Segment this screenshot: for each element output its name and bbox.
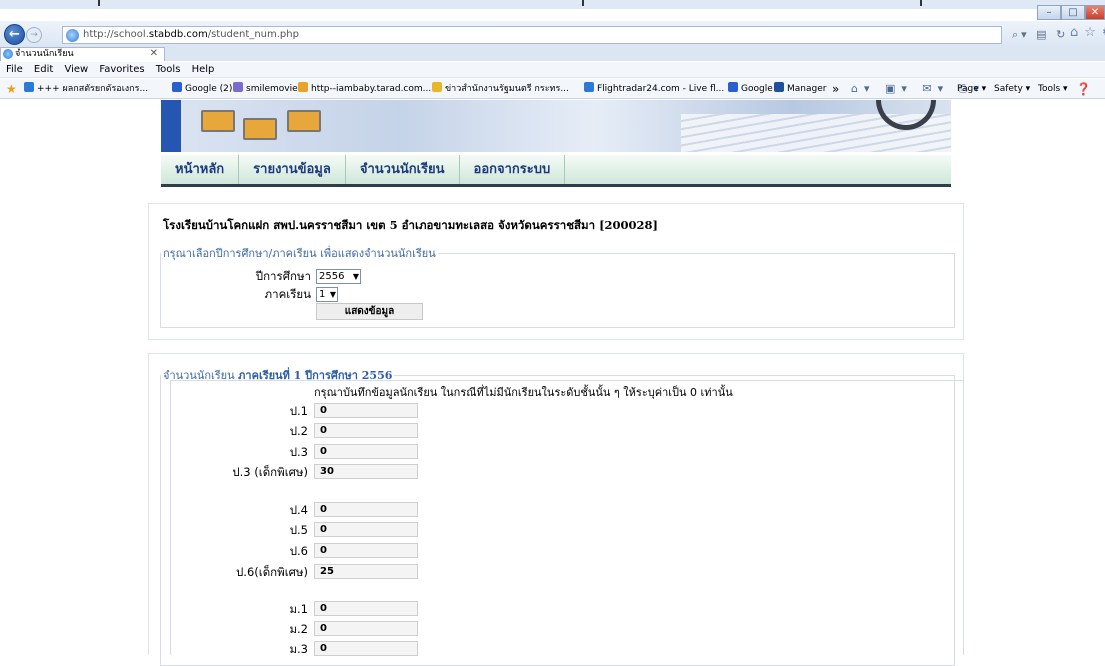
nav-home[interactable]: หน้าหลัก <box>161 155 240 184</box>
grade-count-input[interactable]: 0 <box>314 522 418 537</box>
menu-tools[interactable]: Tools <box>156 64 181 75</box>
favorite-icon <box>298 82 308 92</box>
menu-favorites[interactable]: Favorites <box>99 64 144 75</box>
close-window-button[interactable]: ✕ <box>1085 5 1105 20</box>
favorite-link[interactable]: Google (2) <box>172 79 232 98</box>
ie-tab-icon <box>3 49 13 59</box>
favorite-icon <box>24 82 34 92</box>
grade-count-input[interactable]: 30 <box>314 464 418 479</box>
favorite-icon <box>172 82 182 92</box>
grade-count-input[interactable]: 0 <box>314 444 418 459</box>
url-host: stabdb.com <box>148 29 208 40</box>
help-icon[interactable]: ❓ <box>1076 79 1091 98</box>
grade-count-input[interactable]: 0 <box>314 601 418 616</box>
tab-student-count[interactable]: จำนวนนักเรียน ✕ <box>0 47 165 61</box>
instruction-note: กรุณาบันทึกข้อมูลนักเรียน ในกรณีที่ไม่มี… <box>314 386 733 399</box>
menu-edit[interactable]: Edit <box>34 64 53 75</box>
grade-label: ป.4 <box>289 503 308 517</box>
selector-fieldset: กรุณาเลือกปีการศึกษา/ภาคเรียน เพื่อแสดงจ… <box>160 244 955 328</box>
show-data-button[interactable]: แสดงข้อมูล <box>316 303 423 320</box>
grade-label: ม.1 <box>289 602 308 616</box>
grade-count-input[interactable]: 0 <box>314 403 418 418</box>
computer-icon <box>243 118 277 140</box>
command-tools[interactable]: Tools ▾ <box>1038 79 1068 98</box>
grade-count-input[interactable]: 0 <box>314 423 418 438</box>
banner-stripe <box>161 100 181 152</box>
grade-label: ป.1 <box>289 404 308 418</box>
favorite-icon <box>432 82 442 92</box>
grade-count-input[interactable]: 0 <box>314 641 418 656</box>
menu-view[interactable]: View <box>64 64 88 75</box>
term-label: ภาคเรียน <box>264 287 311 301</box>
grade-count-input[interactable]: 0 <box>314 543 418 558</box>
favorite-icon <box>233 82 243 92</box>
grade-count-input[interactable]: 25 <box>314 564 418 579</box>
computer-icon <box>287 110 321 132</box>
favorites-star-icon[interactable]: ★ <box>6 79 17 98</box>
favorite-link[interactable]: smilemovie <box>233 79 298 98</box>
window-controls: – □ ✕ <box>1037 5 1105 20</box>
ie-page-icon <box>66 29 79 42</box>
grade-label: ป.5 <box>289 523 308 537</box>
grade-label: ป.6 <box>289 544 308 558</box>
forward-button[interactable]: → <box>26 27 42 43</box>
url-prefix: http://school. <box>83 29 149 40</box>
menu-help[interactable]: Help <box>192 64 215 75</box>
grade-count-input[interactable]: 0 <box>314 621 418 636</box>
grade-label: ม.3 <box>289 642 308 656</box>
computer-icon <box>201 110 235 132</box>
site-banner <box>161 100 951 152</box>
grade-label: ป.6(เด็กพิเศษ) <box>236 565 308 579</box>
term-select[interactable]: 1 ▼ <box>316 287 338 302</box>
command-page[interactable]: Page ▾ <box>957 79 986 98</box>
favorite-link[interactable]: Manager <box>774 79 826 98</box>
site-nav: หน้าหลัก รายงานข้อมูล จำนวนนักเรียน ออกจ… <box>161 155 951 187</box>
favorite-icon <box>728 82 738 92</box>
favorite-link[interactable]: +++ ผลกสตัรยกดัรอเงกร... <box>24 79 148 98</box>
title-fragment <box>98 0 100 6</box>
favorite-link[interactable]: http--iambaby.tarad.com... <box>298 79 431 98</box>
favorite-link[interactable]: Flightradar24.com - Live fl... <box>584 79 724 98</box>
search-refresh-icons[interactable]: ⌕▾ ▤ ↻ <box>1012 28 1068 42</box>
selector-legend: กรุณาเลือกปีการศึกษา/ภาคเรียน เพื่อแสดงจ… <box>163 247 436 260</box>
year-label: ปีการศึกษา <box>255 269 311 283</box>
title-bar-strip <box>0 0 1105 9</box>
favorite-link[interactable]: ข่าวสำนักงานรัฐมนตรี กระทร... <box>432 79 569 98</box>
menu-bar: File Edit View Favorites Tools Help <box>0 62 1105 78</box>
command-safety[interactable]: Safety ▾ <box>994 79 1030 98</box>
grade-label: ป.2 <box>289 424 308 438</box>
year-select[interactable]: 2556 ▼ <box>316 269 361 284</box>
close-tab-icon[interactable]: ✕ <box>150 48 158 60</box>
grade-label: ม.2 <box>289 622 308 636</box>
minimize-button[interactable]: – <box>1037 5 1061 20</box>
grade-label: ป.3 <box>289 445 308 459</box>
menu-file[interactable]: File <box>6 64 23 75</box>
address-input[interactable]: http://school.stabdb.com/student_num.php <box>62 26 1002 44</box>
tab-row: จำนวนนักเรียน ✕ <box>0 47 1105 61</box>
year-value: 2556 <box>319 271 345 282</box>
favorite-icon <box>774 82 784 92</box>
favorite-link[interactable]: Google <box>728 79 773 98</box>
selector-panel: โรงเรียนบ้านโคกแฝก สพป.นครราชสีมา เขต 5 … <box>148 203 964 340</box>
back-button[interactable]: ← <box>4 24 25 45</box>
chevron-down-icon: ▼ <box>352 272 359 281</box>
tab-title: จำนวนนักเรียน <box>15 49 74 59</box>
grade-count-input[interactable]: 0 <box>314 502 418 517</box>
title-fragment <box>920 0 922 6</box>
favorites-bar: ★ +++ ผลกสตัรยกดัรอเงกร... Google (2) sm… <box>0 79 1105 99</box>
nav-report[interactable]: รายงานข้อมูล <box>239 155 346 184</box>
maximize-button[interactable]: □ <box>1061 5 1085 20</box>
home-favorites-icons[interactable]: ⌂☆⚙ <box>1070 25 1105 40</box>
grade-label: ป.3 (เด็กพิเศษ) <box>232 465 308 479</box>
nav-logout[interactable]: ออกจากระบบ <box>460 155 566 184</box>
nav-student-count[interactable]: จำนวนนักเรียน <box>346 155 460 184</box>
chevron-down-icon: ▼ <box>329 290 336 299</box>
school-title: โรงเรียนบ้านโคกแฝก สพป.นครราชสีมา เขต 5 … <box>163 218 658 232</box>
favorite-icon <box>584 82 594 92</box>
chevron-more-icon[interactable]: » <box>832 79 839 98</box>
term-value: 1 <box>319 289 326 300</box>
url-path: /student_num.php <box>207 29 299 40</box>
title-fragment <box>582 0 584 6</box>
address-bar-row: ← → http://school.stabdb.com/student_num… <box>0 21 1105 47</box>
